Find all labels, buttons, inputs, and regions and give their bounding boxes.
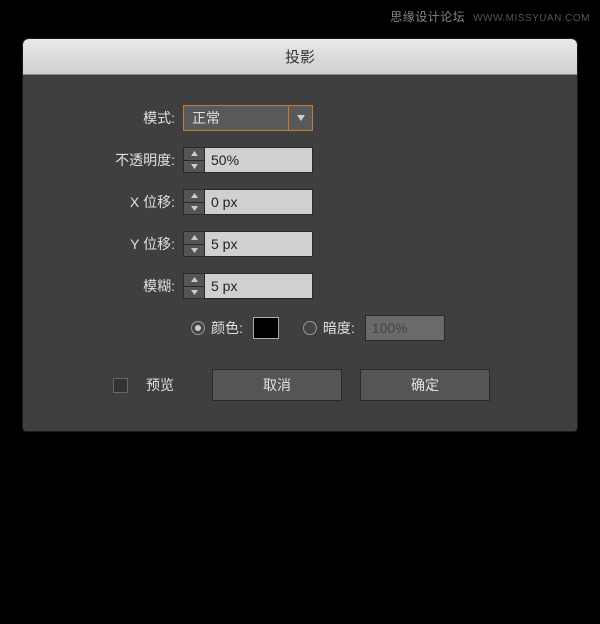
y-offset-label: Y 位移: — [63, 234, 183, 254]
blur-step-up[interactable] — [184, 274, 204, 287]
x-offset-label: X 位移: — [63, 192, 183, 212]
y-offset-input[interactable]: 5 px — [205, 231, 313, 257]
watermark: 思缘设计论坛 WWW.MISSYUAN.COM — [390, 8, 590, 25]
chevron-down-icon — [191, 206, 198, 211]
ok-button[interactable]: 确定 — [360, 369, 490, 401]
darkness-radio[interactable] — [303, 321, 317, 335]
x-offset-step-down[interactable] — [184, 203, 204, 215]
chevron-down-icon — [191, 290, 198, 295]
blur-input[interactable]: 5 px — [205, 273, 313, 299]
y-offset-step-down[interactable] — [184, 245, 204, 257]
mode-value: 正常 — [184, 106, 288, 130]
y-offset-row: Y 位移: 5 px — [63, 231, 537, 257]
opacity-step-down[interactable] — [184, 161, 204, 173]
chevron-down-icon — [191, 248, 198, 253]
button-row: 预览 取消 确定 — [63, 369, 537, 401]
watermark-text2: WWW.MISSYUAN.COM — [473, 13, 590, 24]
chevron-down-icon — [297, 115, 305, 121]
blur-step-down[interactable] — [184, 287, 204, 299]
cancel-button[interactable]: 取消 — [212, 369, 342, 401]
color-swatch[interactable] — [253, 317, 279, 339]
opacity-input[interactable]: 50% — [205, 147, 313, 173]
preview-label: 预览 — [146, 375, 174, 395]
blur-label: 模糊: — [63, 276, 183, 296]
drop-shadow-dialog: 投影 模式: 正常 不透明度: 50% X 位移: — [22, 38, 578, 432]
dialog-body: 模式: 正常 不透明度: 50% X 位移: 0 px — [23, 75, 577, 431]
opacity-row: 不透明度: 50% — [63, 147, 537, 173]
dialog-titlebar[interactable]: 投影 — [23, 39, 577, 75]
chevron-down-icon — [191, 164, 198, 169]
color-row: 颜色: 暗度: 100% — [63, 315, 537, 341]
mode-row: 模式: 正常 — [63, 105, 537, 131]
color-radio-label: 颜色: — [211, 318, 243, 338]
darkness-radio-label: 暗度: — [323, 318, 355, 338]
x-offset-row: X 位移: 0 px — [63, 189, 537, 215]
dialog-title: 投影 — [285, 46, 315, 67]
opacity-label: 不透明度: — [63, 150, 183, 170]
mode-dropdown-button[interactable] — [288, 106, 312, 130]
preview-checkbox[interactable] — [113, 378, 128, 393]
y-offset-step-up[interactable] — [184, 232, 204, 245]
watermark-text1: 思缘设计论坛 — [390, 10, 465, 24]
chevron-up-icon — [191, 151, 198, 156]
x-offset-step-up[interactable] — [184, 190, 204, 203]
chevron-up-icon — [191, 235, 198, 240]
blur-row: 模糊: 5 px — [63, 273, 537, 299]
opacity-step-up[interactable] — [184, 148, 204, 161]
opacity-stepper[interactable] — [183, 147, 205, 173]
x-offset-stepper[interactable] — [183, 189, 205, 215]
color-radio[interactable] — [191, 321, 205, 335]
darkness-input: 100% — [365, 315, 445, 341]
mode-label: 模式: — [63, 108, 183, 128]
x-offset-input[interactable]: 0 px — [205, 189, 313, 215]
y-offset-stepper[interactable] — [183, 231, 205, 257]
chevron-up-icon — [191, 277, 198, 282]
blur-stepper[interactable] — [183, 273, 205, 299]
mode-select[interactable]: 正常 — [183, 105, 313, 131]
chevron-up-icon — [191, 193, 198, 198]
